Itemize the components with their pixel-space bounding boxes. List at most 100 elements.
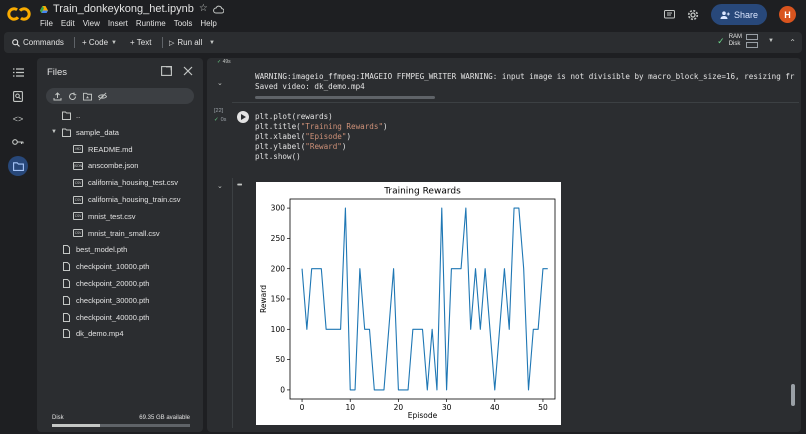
y-tick-label: 100 bbox=[271, 325, 286, 334]
open-in-tab-icon[interactable] bbox=[161, 65, 173, 78]
x-tick-label: 50 bbox=[538, 403, 548, 412]
user-avatar[interactable]: H bbox=[779, 6, 796, 23]
disk-status: Disk 69.35 GB available bbox=[52, 415, 190, 421]
code-line: plt.xlabel("Episode") bbox=[255, 132, 388, 142]
folder-icon bbox=[62, 111, 71, 120]
check-icon: ✓ bbox=[217, 59, 222, 65]
file-item[interactable]: checkpoint_10000.pth bbox=[51, 259, 149, 274]
ram-usage-bar bbox=[746, 34, 759, 40]
commands-button[interactable]: Commands bbox=[12, 32, 64, 53]
code-editor[interactable]: plt.plot(rewards) plt.title("Training Rew… bbox=[255, 112, 388, 162]
run-cell-button[interactable] bbox=[237, 111, 249, 123]
file-item[interactable]: checkpoint_20000.pth bbox=[51, 276, 149, 291]
x-tick-label: 20 bbox=[394, 403, 404, 412]
code-string: "Episode" bbox=[305, 132, 347, 141]
files-toolbar bbox=[46, 88, 194, 104]
menu-file[interactable]: File bbox=[40, 19, 53, 28]
app-header: Train_donkeykong_het.ipynb ☆ File Edit V… bbox=[0, 0, 806, 32]
chart-svg: 0 10 20 30 40 50 0 50 100 150 200 250 300 Training Re… bbox=[259, 187, 556, 420]
menu-edit[interactable]: Edit bbox=[61, 19, 75, 28]
y-tick-label: 200 bbox=[271, 264, 286, 273]
file-item[interactable]: MD README.md bbox=[73, 142, 133, 157]
notebook-vertical-scrollbar[interactable] bbox=[791, 384, 795, 406]
prev-cell-time: 49s bbox=[222, 59, 231, 65]
output-horizontal-scrollbar[interactable] bbox=[255, 96, 435, 99]
file-item[interactable]: dk_demo.mp4 bbox=[51, 326, 124, 341]
toolbar-divider bbox=[74, 37, 75, 48]
y-axis-label: Reward bbox=[259, 285, 268, 313]
menu-view[interactable]: View bbox=[83, 19, 100, 28]
code-token: ) bbox=[341, 142, 347, 151]
file-item[interactable]: best_model.pth bbox=[51, 242, 127, 257]
runtime-dropdown-chevron-icon[interactable]: ▼ bbox=[768, 38, 774, 44]
secrets-key-icon[interactable] bbox=[8, 132, 28, 152]
file-item[interactable]: CSV california_housing_test.csv bbox=[73, 175, 178, 190]
notebook-area[interactable]: ✓ 49s ⌄ WARNING:imageio_ffmpeg:IMAGEIO F… bbox=[207, 58, 801, 432]
y-tick-label: 50 bbox=[275, 355, 285, 364]
collapse-toolbar-chevron-icon[interactable]: ⌃ bbox=[789, 32, 796, 53]
add-code-label: + Code bbox=[82, 38, 109, 47]
y-tick-label: 250 bbox=[271, 234, 286, 243]
output-line: Saved video: dk_demo.mp4 bbox=[255, 82, 365, 91]
file-name: sample_data bbox=[76, 127, 119, 137]
file-type-badge-icon: CSV bbox=[73, 229, 83, 238]
share-button[interactable]: Share bbox=[711, 4, 767, 25]
add-code-dropdown-chevron-icon[interactable]: ▼ bbox=[111, 32, 117, 53]
menu-runtime[interactable]: Runtime bbox=[136, 19, 166, 28]
folder-item[interactable]: ▼ sample_data bbox=[51, 125, 119, 140]
colab-logo[interactable] bbox=[7, 6, 31, 22]
file-item[interactable]: JSON anscombe.json bbox=[73, 158, 138, 173]
expand-chevron-icon[interactable]: ▼ bbox=[51, 129, 57, 135]
run-all-dropdown-chevron-icon[interactable]: ▼ bbox=[209, 32, 215, 53]
menu-tools[interactable]: Tools bbox=[174, 19, 193, 28]
code-line: plt.ylabel("Reward") bbox=[255, 142, 388, 152]
output-actions-icon[interactable]: ••• bbox=[237, 182, 242, 189]
add-code-button[interactable]: + Code bbox=[82, 32, 108, 53]
output-collapse-chevron-icon[interactable]: ⌄ bbox=[217, 79, 223, 87]
menu-help[interactable]: Help bbox=[200, 19, 216, 28]
notebook-toolbar: Commands + Code ▼ + Text ▷ Run all ▼ ✓ R… bbox=[4, 32, 802, 53]
cloud-saved-icon[interactable] bbox=[212, 5, 224, 14]
execution-count: [22] bbox=[214, 108, 224, 114]
files-folder-icon[interactable] bbox=[8, 156, 28, 176]
close-icon[interactable] bbox=[183, 66, 195, 78]
output-collapse-chevron-icon[interactable]: ⌄ bbox=[217, 182, 223, 190]
disk-usage-progress bbox=[52, 424, 190, 427]
upload-icon[interactable] bbox=[53, 91, 62, 101]
file-name: best_model.pth bbox=[76, 245, 128, 255]
find-replace-icon[interactable] bbox=[8, 86, 28, 106]
table-of-contents-icon[interactable] bbox=[8, 62, 28, 82]
file-item[interactable]: checkpoint_40000.pth bbox=[51, 310, 149, 325]
settings-gear-icon[interactable] bbox=[687, 9, 699, 21]
notebook-title[interactable]: Train_donkeykong_het.ipynb bbox=[53, 3, 194, 15]
file-type-badge-icon: CSV bbox=[73, 212, 83, 221]
file-name: mnist_train_small.csv bbox=[88, 228, 160, 238]
training-rewards-chart: 0 10 20 30 40 50 0 50 100 150 200 250 300 Training Re… bbox=[256, 182, 561, 425]
file-type-badge-icon: JSON bbox=[73, 161, 83, 170]
run-all-label: Run all bbox=[177, 38, 203, 47]
comments-icon[interactable] bbox=[663, 9, 675, 21]
file-item[interactable]: CSV mnist_test.csv bbox=[73, 209, 136, 224]
run-all-button[interactable]: ▷ Run all bbox=[169, 32, 202, 53]
star-icon[interactable]: ☆ bbox=[199, 4, 208, 14]
file-item[interactable]: checkpoint_30000.pth bbox=[51, 293, 149, 308]
disk-label: Disk bbox=[728, 41, 741, 47]
menu-insert[interactable]: Insert bbox=[108, 19, 128, 28]
add-text-button[interactable]: + Text bbox=[130, 32, 151, 53]
file-icon bbox=[63, 245, 70, 255]
code-snippets-icon[interactable]: <> bbox=[8, 109, 28, 129]
folder-item[interactable]: .. bbox=[51, 108, 80, 123]
x-tick-label: 40 bbox=[490, 403, 500, 412]
code-string: "Training Rewards" bbox=[300, 122, 384, 131]
file-name: checkpoint_20000.pth bbox=[76, 279, 150, 288]
refresh-icon[interactable] bbox=[68, 92, 77, 101]
files-panel-title: Files bbox=[47, 67, 68, 78]
file-item[interactable]: CSV california_housing_train.csv bbox=[73, 192, 181, 207]
mount-drive-icon[interactable] bbox=[83, 92, 92, 101]
hide-hidden-files-icon[interactable] bbox=[98, 92, 107, 101]
file-name: checkpoint_10000.pth bbox=[76, 262, 150, 272]
code-line: plt.title("Training Rewards") bbox=[255, 122, 388, 132]
file-item[interactable]: CSV mnist_train_small.csv bbox=[73, 226, 160, 241]
code-token: plt.plot(rewards) bbox=[255, 112, 333, 121]
resources-indicator[interactable]: ✓ RAM Disk ▼ bbox=[717, 34, 774, 48]
